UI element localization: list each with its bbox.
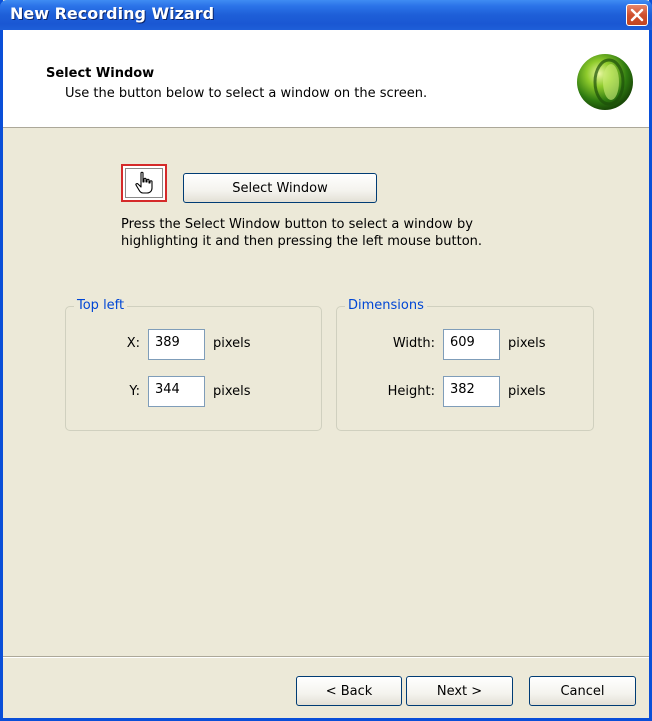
width-label: Width:: [392, 336, 435, 351]
dimensions-legend: Dimensions: [345, 298, 427, 313]
height-unit: pixels: [508, 384, 546, 399]
x-field[interactable]: 389: [148, 329, 205, 360]
picker-frame: [125, 168, 163, 198]
description-line-2: highlighting it and then pressing the le…: [121, 234, 483, 249]
wizard-window: New Recording Wizard Select Window Use t…: [0, 0, 652, 721]
x-label: X:: [126, 336, 140, 351]
select-window-button[interactable]: Select Window: [183, 173, 377, 203]
back-button[interactable]: < Back: [296, 676, 402, 706]
height-field[interactable]: 382: [443, 376, 500, 407]
wizard-header: Select Window Use the button below to se…: [3, 30, 649, 128]
y-unit: pixels: [213, 384, 251, 399]
picker-description: Press the Select Window button to select…: [121, 216, 541, 250]
window-picker-target[interactable]: [121, 164, 167, 202]
description-line-1: Press the Select Window button to select…: [121, 217, 473, 232]
footer-divider: [3, 656, 649, 658]
green-orb-logo-icon: [577, 54, 633, 110]
cancel-button[interactable]: Cancel: [529, 676, 636, 706]
window-title: New Recording Wizard: [10, 4, 215, 23]
y-field[interactable]: 344: [148, 376, 205, 407]
close-icon: [630, 8, 644, 22]
x-unit: pixels: [213, 336, 251, 351]
hand-pointer-icon: [135, 171, 153, 194]
width-field[interactable]: 609: [443, 329, 500, 360]
close-button[interactable]: [626, 4, 648, 26]
dimensions-group: Dimensions Width: 609 pixels Height: 382…: [336, 298, 594, 431]
width-unit: pixels: [508, 336, 546, 351]
top-left-legend: Top left: [74, 298, 128, 313]
top-left-group: Top left X: 389 pixels Y: 344 pixels: [65, 298, 322, 431]
y-label: Y:: [129, 384, 140, 399]
page-title: Select Window: [46, 66, 155, 81]
height-label: Height:: [387, 384, 435, 399]
next-button[interactable]: Next >: [406, 676, 513, 706]
title-bar[interactable]: New Recording Wizard: [0, 0, 652, 30]
page-subtitle: Use the button below to select a window …: [65, 86, 428, 101]
